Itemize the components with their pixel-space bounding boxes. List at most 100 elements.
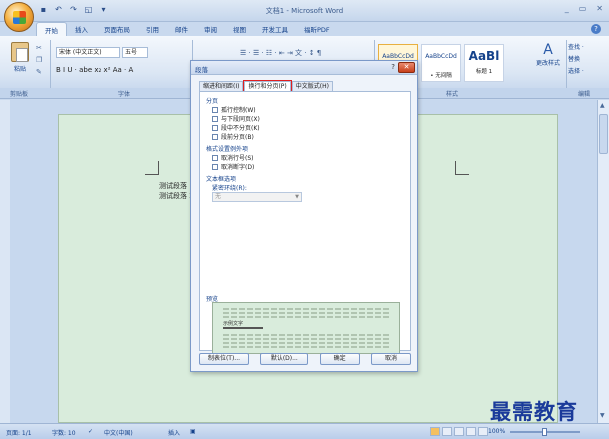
zoom-slider[interactable] bbox=[510, 428, 580, 436]
checkbox-label: 与下段同页(X) bbox=[221, 116, 260, 123]
window-controls: _ ▭ ✕ bbox=[565, 4, 603, 13]
draft-view-icon[interactable] bbox=[478, 427, 488, 436]
ribbon-tabs: 开始 插入 页面布局 引用 邮件 审阅 视图 开发工具 福昕PDF bbox=[36, 22, 338, 36]
full-screen-reading-icon[interactable] bbox=[442, 427, 452, 436]
tab-review[interactable]: 审阅 bbox=[196, 22, 225, 36]
preview-pane: 示例文字 bbox=[212, 302, 400, 354]
style-name: 标题 1 bbox=[475, 69, 493, 75]
vertical-scrollbar[interactable]: ▲ ▼ bbox=[597, 100, 609, 423]
checkbox-dont-hyphenate[interactable]: 取消断字(D) bbox=[212, 162, 254, 171]
dialog-tabs: 缩进和间距(I) 换行和分页(P) 中文版式(H) bbox=[199, 80, 333, 92]
style-heading-1[interactable]: AaBl 标题 1 bbox=[464, 44, 504, 82]
checkbox-box bbox=[212, 133, 218, 140]
checkbox-label: 取消行号(S) bbox=[221, 155, 254, 162]
ok-button[interactable]: 确定 bbox=[319, 353, 360, 365]
font-format-tools[interactable]: B I U · abe x₂ x² Aa · A bbox=[56, 66, 133, 74]
group-label-styles: 样式 bbox=[446, 91, 459, 98]
section-pagination: 分页 bbox=[206, 98, 219, 105]
copy-icon[interactable]: ❐ bbox=[36, 56, 42, 64]
status-word-count[interactable]: 字数: 10 bbox=[52, 428, 76, 437]
format-painter-icon[interactable]: ✎ bbox=[36, 68, 42, 76]
style-sample: AaBbCcDd bbox=[425, 53, 457, 60]
dialog-title-bar: 段落 ? ✕ bbox=[191, 61, 417, 75]
group-label-font: 字体 bbox=[118, 91, 131, 98]
tab-asian-typography[interactable]: 中文版式(H) bbox=[291, 81, 333, 91]
replace-button[interactable]: 替换 bbox=[568, 54, 584, 63]
tight-wrap-label: 紧密环绕(R): bbox=[212, 185, 247, 192]
clipboard-icon bbox=[11, 42, 29, 62]
title-bar: ▪ ↶ ↷ ◱ ▾ 文档1 - Microsoft Word _ ▭ ✕ bbox=[0, 0, 609, 22]
find-button[interactable]: 查找 · bbox=[568, 42, 584, 51]
checkbox-box bbox=[212, 154, 218, 161]
document-line: 测试段落 2 bbox=[159, 192, 194, 200]
checkbox-widow-control[interactable]: 孤行控制(W) bbox=[212, 105, 256, 114]
document-text[interactable]: 测试段落 1 测试段落 2 bbox=[159, 181, 194, 201]
office-logo-icon bbox=[13, 11, 26, 24]
checkbox-page-break-before[interactable]: 段前分页(B) bbox=[212, 132, 254, 141]
maximize-button[interactable]: ▭ bbox=[579, 4, 587, 13]
tab-line-page-breaks[interactable]: 换行和分页(P) bbox=[243, 80, 292, 92]
preview-line-current bbox=[223, 327, 263, 329]
proofing-icon[interactable]: ✓ bbox=[88, 428, 93, 435]
cut-icon[interactable]: ✂ bbox=[36, 44, 42, 52]
print-layout-view-icon[interactable] bbox=[430, 427, 440, 436]
paste-button[interactable]: 粘贴 bbox=[6, 42, 34, 73]
tab-home[interactable]: 开始 bbox=[36, 22, 67, 36]
paragraph-tools-row-1[interactable]: ☰ · ☰ · ☷ · ⇤ ⇥ 文 · ↕ ¶ bbox=[240, 48, 321, 58]
preview-line bbox=[223, 334, 391, 336]
change-styles-button[interactable]: A 更改样式 bbox=[532, 42, 564, 67]
scroll-up-icon[interactable]: ▲ bbox=[600, 102, 605, 109]
dialog-help-icon[interactable]: ? bbox=[391, 63, 395, 71]
checkbox-box bbox=[212, 163, 218, 170]
tab-indents-spacing[interactable]: 缩进和间距(I) bbox=[199, 81, 244, 91]
view-buttons bbox=[430, 427, 488, 436]
font-size-select[interactable]: 五号 bbox=[122, 47, 148, 58]
scrollbar-thumb[interactable] bbox=[599, 114, 608, 154]
macro-record-icon[interactable]: ▣ bbox=[190, 428, 196, 435]
tab-mailings[interactable]: 邮件 bbox=[167, 22, 196, 36]
set-default-button[interactable]: 默认(D)... bbox=[260, 353, 309, 365]
office-button[interactable] bbox=[4, 2, 34, 32]
cancel-button[interactable]: 取消 bbox=[370, 353, 411, 365]
watermark-text: 最需教育 bbox=[490, 399, 578, 424]
tab-developer[interactable]: 开发工具 bbox=[254, 22, 296, 36]
scroll-down-icon[interactable]: ▼ bbox=[600, 412, 605, 419]
change-styles-label: 更改样式 bbox=[535, 60, 560, 67]
style-no-spacing[interactable]: AaBbCcDd • 无间隔 bbox=[421, 44, 461, 82]
status-language[interactable]: 中文(中国) bbox=[104, 428, 133, 437]
checkbox-keep-lines-together[interactable]: 段中不分页(K) bbox=[212, 123, 260, 132]
tab-view[interactable]: 视图 bbox=[225, 22, 254, 36]
dialog-close-button[interactable]: ✕ bbox=[398, 62, 415, 73]
zoom-slider-knob[interactable] bbox=[542, 428, 547, 436]
tab-page-layout[interactable]: 页面布局 bbox=[96, 22, 138, 36]
select-button[interactable]: 选择 · bbox=[568, 66, 584, 75]
font-name-select[interactable]: 宋体 (中文正文) bbox=[56, 47, 120, 58]
checkbox-label: 孤行控制(W) bbox=[221, 107, 256, 114]
outline-view-icon[interactable] bbox=[466, 427, 476, 436]
help-icon[interactable]: ? bbox=[591, 24, 601, 34]
web-layout-icon[interactable] bbox=[454, 427, 464, 436]
style-name: • 无间隔 bbox=[430, 73, 452, 79]
section-format-exceptions: 格式设置例外项 bbox=[206, 146, 249, 153]
status-page[interactable]: 页面: 1/1 bbox=[6, 428, 32, 437]
tab-foxit-pdf[interactable]: 福昕PDF bbox=[296, 22, 338, 36]
checkbox-keep-with-next[interactable]: 与下段同页(X) bbox=[212, 114, 260, 123]
tabs-button[interactable]: 制表位(T)... bbox=[199, 353, 249, 365]
checkbox-suppress-line-numbers[interactable]: 取消行号(S) bbox=[212, 153, 254, 162]
preview-line bbox=[223, 308, 391, 310]
dialog-title: 段落 bbox=[195, 66, 208, 74]
status-insert-mode[interactable]: 插入 bbox=[168, 428, 180, 437]
group-label-clipboard: 剪贴板 bbox=[10, 91, 29, 98]
minimize-button[interactable]: _ bbox=[565, 4, 569, 13]
checkbox-label: 段前分页(B) bbox=[221, 134, 254, 141]
tab-insert[interactable]: 插入 bbox=[67, 22, 96, 36]
close-button[interactable]: ✕ bbox=[596, 4, 603, 13]
change-styles-icon: A bbox=[543, 42, 553, 58]
preview-line bbox=[223, 316, 391, 318]
tight-wrap-value: 无 bbox=[215, 193, 222, 200]
chevron-down-icon: ▼ bbox=[295, 194, 299, 200]
zoom-level[interactable]: 100% bbox=[488, 428, 505, 435]
tab-references[interactable]: 引用 bbox=[138, 22, 167, 36]
dialog-tab-panel: 分页 孤行控制(W) 与下段同页(X) 段中不分页(K) 段前分页(B) 格式设… bbox=[199, 91, 411, 354]
preview-sample-text: 示例文字 bbox=[223, 321, 244, 327]
